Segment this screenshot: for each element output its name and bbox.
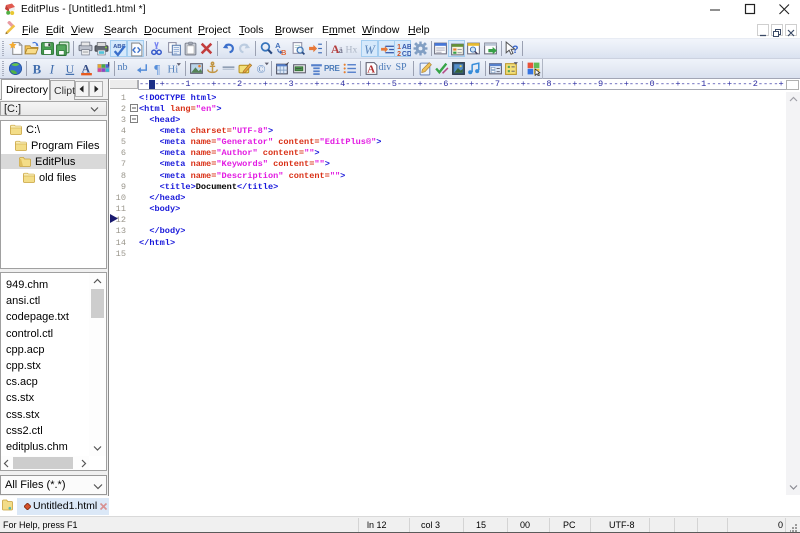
- svg-text:Hx: Hx: [346, 44, 358, 55]
- svg-text:CD: CD: [402, 51, 411, 57]
- svg-text:A: A: [367, 63, 375, 75]
- svg-text:Hi: Hi: [168, 63, 179, 75]
- svg-text:U: U: [66, 63, 75, 76]
- svg-text:¶: ¶: [154, 62, 160, 76]
- svg-text:AB: AB: [402, 44, 411, 51]
- svg-text:W: W: [364, 43, 376, 57]
- svg-text:I: I: [49, 62, 55, 76]
- svg-text:B: B: [33, 62, 42, 76]
- svg-text:2: 2: [397, 51, 401, 57]
- svg-text:1: 1: [397, 44, 401, 51]
- svg-text:?: ?: [512, 44, 519, 56]
- svg-text:©: ©: [256, 63, 265, 76]
- svg-text:ä: ä: [339, 45, 343, 55]
